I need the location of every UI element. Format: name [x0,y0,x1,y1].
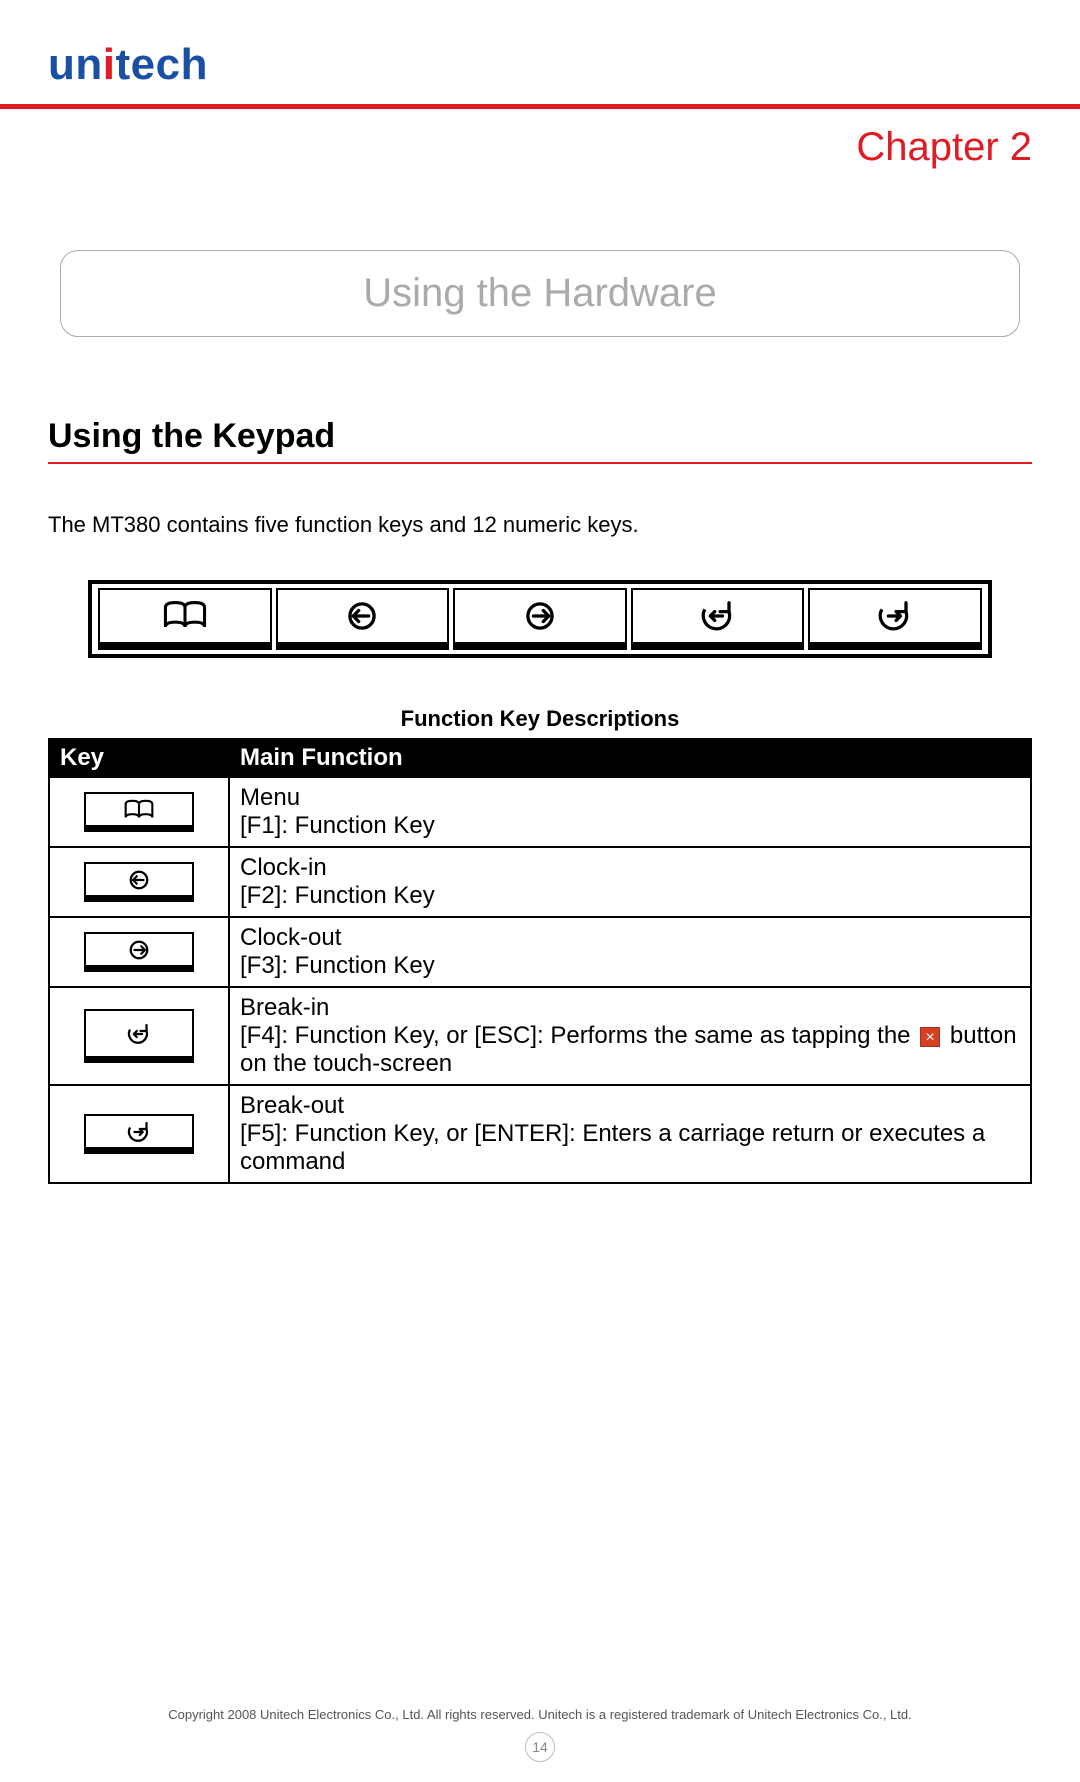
section-divider [48,462,1032,464]
table-key-cell [49,1085,229,1183]
brand-logo: unitech [48,40,1032,90]
chapter-label: Chapter 2 [48,125,1032,170]
table-header-row: Key Main Function [49,739,1031,777]
key-desc: [F1]: Function Key [240,812,435,839]
break-in-icon [696,596,740,636]
book-icon [163,596,207,636]
book-icon [124,797,154,823]
copyright-footer: Copyright 2008 Unitech Electronics Co., … [0,1707,1080,1722]
break-out-icon [873,596,917,636]
key-desc: [F5]: Function Key, or [ENTER]: Enters a… [240,1120,985,1175]
keypad-key-f1 [98,588,272,650]
close-icon: × [920,1027,940,1047]
keypad-key-f2 [276,588,450,650]
key-label: Menu [240,784,300,811]
table-key-cell [49,847,229,917]
clock-in-icon [124,867,154,893]
clock-out-icon [518,596,562,636]
table-row: Clock-in [F2]: Function Key [49,847,1031,917]
header-divider [0,104,1080,109]
key-desc: [F3]: Function Key [240,952,435,979]
key-label: Clock-in [240,854,327,881]
logo-part1: un [48,40,103,89]
table-row: Menu [F1]: Function Key [49,777,1031,847]
logo-part3: tech [116,40,208,89]
table-func-cell: Clock-in [F2]: Function Key [229,847,1031,917]
table-key-cell [49,777,229,847]
table-row: Clock-out [F3]: Function Key [49,917,1031,987]
table-key-cell [49,917,229,987]
page-number: 14 [525,1732,555,1762]
page-title: Using the Hardware [363,271,717,315]
keypad-key-f4 [631,588,805,650]
key-label: Break-in [240,994,329,1021]
keypad-key-f5 [808,588,982,650]
function-key-table: Key Main Function Menu [F1]: Function Ke… [48,738,1032,1184]
key-label: Break-out [240,1092,344,1119]
break-out-icon [124,1119,154,1145]
logo-part2: i [103,40,116,89]
title-box: Using the Hardware [60,250,1020,337]
intro-text: The MT380 contains five function keys an… [48,512,1032,538]
table-caption: Function Key Descriptions [48,706,1032,732]
key-label: Clock-out [240,924,341,951]
key-desc-pre: [F4]: Function Key, or [ESC]: Performs t… [240,1022,917,1049]
table-func-cell: Clock-out [F3]: Function Key [229,917,1031,987]
keypad-key-f3 [453,588,627,650]
table-header-func: Main Function [229,739,1031,777]
table-row: Break-in [F4]: Function Key, or [ESC]: P… [49,987,1031,1085]
clock-in-icon [340,596,384,636]
table-func-cell: Menu [F1]: Function Key [229,777,1031,847]
clock-out-icon [124,937,154,963]
section-heading: Using the Keypad [48,417,1032,456]
key-desc: [F2]: Function Key [240,882,435,909]
keypad-strip [88,580,992,658]
table-func-cell: Break-in [F4]: Function Key, or [ESC]: P… [229,987,1031,1085]
break-in-icon [124,1021,154,1047]
table-header-key: Key [49,739,229,777]
table-row: Break-out [F5]: Function Key, or [ENTER]… [49,1085,1031,1183]
table-func-cell: Break-out [F5]: Function Key, or [ENTER]… [229,1085,1031,1183]
table-key-cell [49,987,229,1085]
